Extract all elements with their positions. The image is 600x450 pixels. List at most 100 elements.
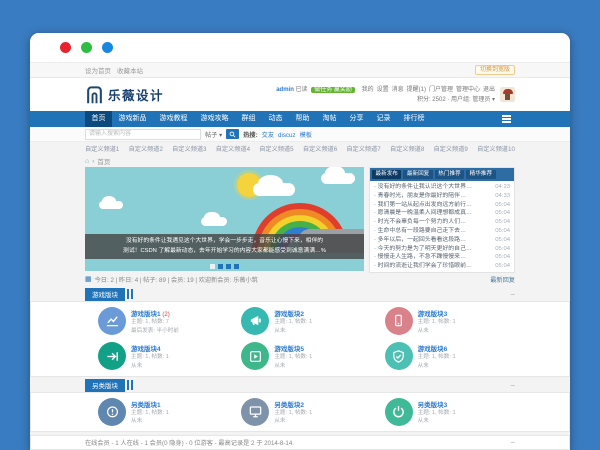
forum-icon-circle[interactable] bbox=[241, 398, 269, 426]
forum-name-link[interactable]: 另类版块3 bbox=[418, 399, 456, 409]
feed-tabs: 最新发布最新回复热门推荐精华推荐 bbox=[370, 168, 514, 181]
hot-search-link[interactable]: 交友 bbox=[262, 132, 274, 139]
tag-link[interactable]: 自定义频道10 bbox=[477, 144, 515, 153]
tag-link[interactable]: 自定义频道6 bbox=[303, 144, 337, 153]
menu-icon[interactable] bbox=[498, 111, 515, 127]
feed-post-title[interactable]: · 我们第一站从起点出发向远方前行… bbox=[374, 201, 472, 210]
user-menu-link[interactable]: 退出 bbox=[483, 87, 495, 93]
feed-post-title[interactable]: · 青春时光，朋友是你最好的陪伴… bbox=[374, 192, 466, 201]
breadcrumb-current[interactable]: 首页 bbox=[97, 156, 110, 166]
forum-icon-circle[interactable] bbox=[241, 307, 269, 335]
site-logo[interactable]: 乐薇设计 bbox=[85, 85, 164, 104]
forum-name-link[interactable]: 另类版块2 bbox=[274, 399, 312, 409]
feed-tab-4[interactable]: 精华推荐 bbox=[466, 170, 495, 179]
nav-item-5[interactable]: 群组 bbox=[235, 111, 262, 127]
panel-icon: ▦ bbox=[85, 275, 92, 283]
forum-name-link[interactable]: 游戏版块5 bbox=[274, 343, 312, 353]
latest-reply-link[interactable]: 最新回复 bbox=[490, 275, 515, 284]
feed-post-title[interactable]: · 今天的努力是为了明天更好的自己… bbox=[374, 245, 472, 254]
task-pill[interactable]: 做任务 赢奖励 bbox=[311, 87, 355, 93]
nav-item-1[interactable]: 首页 bbox=[85, 111, 112, 127]
stats-text: 今日: 2 | 昨日: 4 | 帖子: 89 | 会员: 19 | 欢迎新会员:… bbox=[95, 275, 258, 284]
feed-tab-3[interactable]: 热门推荐 bbox=[435, 170, 464, 179]
section-title[interactable]: 另类版块 bbox=[85, 379, 125, 392]
collapse-icon[interactable]: − bbox=[510, 438, 515, 447]
forum-icon-circle[interactable] bbox=[241, 342, 269, 370]
forum-icon-circle[interactable] bbox=[98, 398, 126, 426]
forum-name-link[interactable]: 游戏版块1 (2) bbox=[131, 308, 179, 318]
maximize-dot[interactable] bbox=[102, 42, 113, 53]
play-icon bbox=[248, 349, 263, 364]
hot-search-link[interactable]: 模板 bbox=[300, 132, 312, 139]
forum-icon-circle[interactable] bbox=[98, 342, 126, 370]
username-link[interactable]: admin bbox=[276, 87, 294, 93]
user-area: admin 已读 做任务 赢奖励 我的设置消息提醒(1)门户管理管理中心退出 积… bbox=[276, 85, 515, 105]
nav-item-10[interactable]: 记录 bbox=[370, 111, 397, 127]
feed-post-title[interactable]: · 慢慢走人生路，不急不躁慢慢来… bbox=[374, 253, 466, 262]
forum-name-link[interactable]: 另类版块1 bbox=[131, 399, 169, 409]
feed-tab-1[interactable]: 最新发布 bbox=[372, 170, 401, 179]
nav-item-8[interactable]: 淘帖 bbox=[316, 111, 343, 127]
tag-link[interactable]: 自定义频道9 bbox=[434, 144, 468, 153]
feed-post-title[interactable]: · 多年以后，一起回头看看这段路… bbox=[374, 236, 466, 245]
feed-post-time: 04:33 bbox=[495, 192, 510, 201]
section-title[interactable]: 游戏版块 bbox=[85, 288, 125, 301]
topbar-link[interactable]: 收藏本站 bbox=[117, 65, 143, 75]
nav-item-4[interactable]: 游戏攻略 bbox=[194, 111, 235, 127]
hot-search-link[interactable]: discuz bbox=[278, 132, 296, 139]
carousel-dot[interactable] bbox=[234, 264, 239, 269]
topbar-link[interactable]: 设为首页 bbox=[85, 65, 111, 75]
feed-tab-2[interactable]: 最新回复 bbox=[403, 170, 432, 179]
forum-icon-circle[interactable] bbox=[385, 398, 413, 426]
tag-link[interactable]: 自定义频道1 bbox=[85, 144, 119, 153]
forum-icon-circle[interactable] bbox=[385, 342, 413, 370]
feed-post-title[interactable]: · 时间的流逝让我们学会了珍惜眼前… bbox=[374, 262, 472, 271]
search-input[interactable] bbox=[85, 129, 201, 140]
forum-name-link[interactable]: 游戏版块6 bbox=[418, 343, 456, 353]
carousel-dot[interactable] bbox=[218, 264, 223, 269]
collapse-icon[interactable]: − bbox=[510, 290, 515, 299]
carousel-slide[interactable]: 没有好的条件让我遇见这个大世界，学会一步步走，音乐让心慢下来，相伴的 测试！CS… bbox=[85, 167, 364, 271]
forum-icon-circle[interactable] bbox=[385, 307, 413, 335]
switch-wide-button[interactable]: 切换到宽版 bbox=[475, 65, 515, 75]
collapse-icon[interactable]: − bbox=[510, 381, 515, 390]
user-menu-link[interactable]: 管理中心 bbox=[456, 87, 480, 93]
search-button[interactable] bbox=[226, 129, 239, 139]
nav-item-3[interactable]: 游戏教程 bbox=[153, 111, 194, 127]
carousel-dot[interactable] bbox=[226, 264, 231, 269]
carousel-dot[interactable] bbox=[210, 264, 215, 269]
user-menu-link[interactable]: 我的 bbox=[362, 87, 374, 93]
feed-post-title[interactable]: · 愿清晨是一晚温柔人间理想都成真… bbox=[374, 209, 472, 218]
feed-post-title[interactable]: · 没有好的条件让我认识这个大世界… bbox=[374, 183, 472, 192]
user-menu-link[interactable]: 提醒(1) bbox=[407, 87, 426, 93]
forum-text: 另类版块3主题: 1, 帖数: 1从未 bbox=[418, 398, 456, 426]
nav-item-7[interactable]: 帮助 bbox=[289, 111, 316, 127]
nav-item-11[interactable]: 排行榜 bbox=[397, 111, 431, 127]
tag-link[interactable]: 自定义频道4 bbox=[216, 144, 250, 153]
avatar[interactable] bbox=[500, 87, 515, 102]
forum-name-link[interactable]: 游戏版块4 bbox=[131, 343, 169, 353]
forum-name-link[interactable]: 游戏版块2 bbox=[274, 308, 312, 318]
forum-icon-circle[interactable] bbox=[98, 307, 126, 335]
tag-link[interactable]: 自定义频道2 bbox=[129, 144, 163, 153]
nav-item-6[interactable]: 动态 bbox=[262, 111, 289, 127]
nav-item-2[interactable]: 游戏新品 bbox=[112, 111, 153, 127]
user-menu-link[interactable]: 门户管理 bbox=[429, 87, 453, 93]
hot-search-label: 热搜: bbox=[243, 132, 257, 139]
power-icon bbox=[391, 404, 406, 419]
tag-link[interactable]: 自定义频道7 bbox=[346, 144, 380, 153]
forum-name-link[interactable]: 游戏版块3 bbox=[418, 308, 456, 318]
nav-item-9[interactable]: 分享 bbox=[343, 111, 370, 127]
tag-link[interactable]: 自定义频道8 bbox=[390, 144, 424, 153]
forum-text: 游戏版块2主题: 1, 帖数: 1从未 bbox=[274, 307, 312, 335]
feed-post-title[interactable]: · 时光不会辜负每一个努力的人们… bbox=[374, 218, 466, 227]
feed-post-title[interactable]: · 生命中总有一段路要自己走下去… bbox=[374, 227, 466, 236]
user-menu-link[interactable]: 消息 bbox=[392, 87, 404, 93]
tag-link[interactable]: 自定义频道5 bbox=[259, 144, 293, 153]
latest-posts-panel: 最新发布最新回复热门推荐精华推荐 · 没有好的条件让我认识这个大世界…04:23… bbox=[369, 167, 515, 273]
user-menu-link[interactable]: 设置 bbox=[377, 87, 389, 93]
minimize-dot[interactable] bbox=[81, 42, 92, 53]
tag-link[interactable]: 自定义频道3 bbox=[172, 144, 206, 153]
close-dot[interactable] bbox=[60, 42, 71, 53]
search-category-dropdown[interactable]: 帖子 ▾ bbox=[205, 130, 222, 139]
